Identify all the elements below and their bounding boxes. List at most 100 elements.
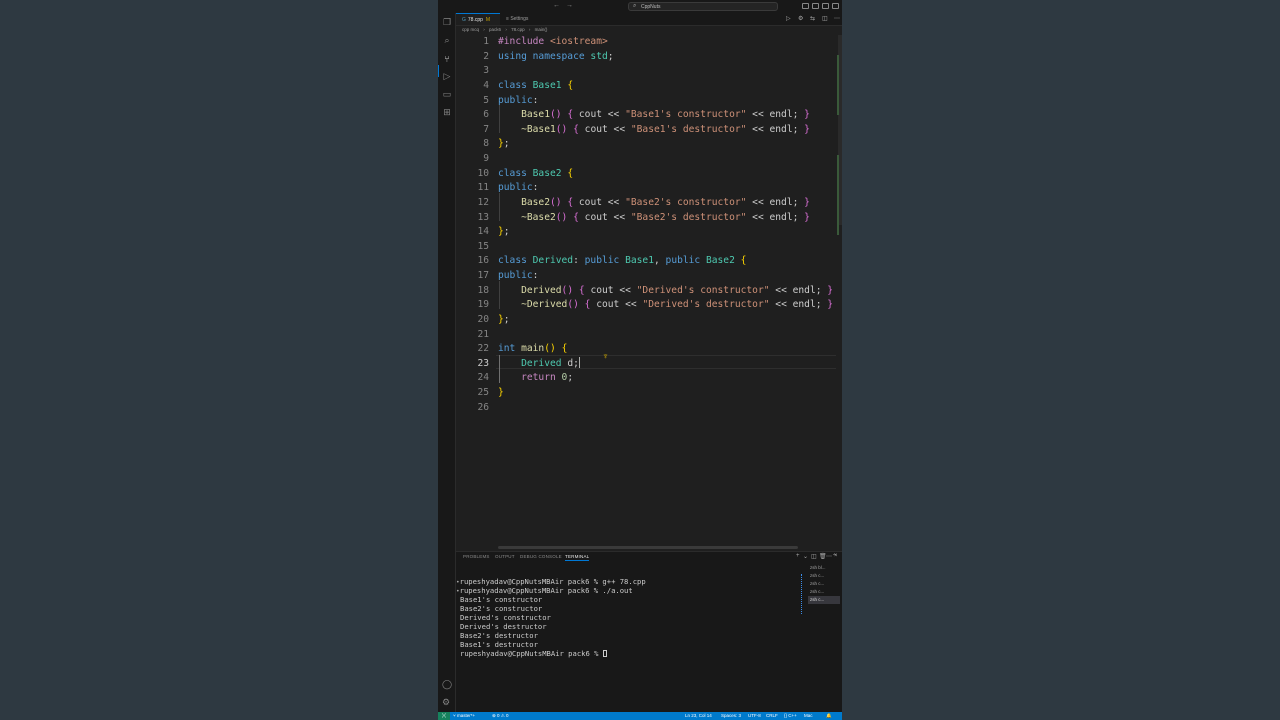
source-control-icon[interactable]: ⑂: [442, 54, 452, 64]
more-actions-icon[interactable]: ⋯: [834, 15, 840, 22]
tab-settings[interactable]: ≡ Settings: [500, 13, 540, 25]
gear-icon[interactable]: ⚙: [798, 15, 803, 22]
bottom-panel: PROBLEMS OUTPUT DEBUG CONSOLE TERMINAL +…: [456, 551, 842, 712]
tab-debug-console[interactable]: DEBUG CONSOLE: [520, 554, 562, 559]
minimap[interactable]: [837, 35, 842, 335]
tab-output[interactable]: OUTPUT: [495, 554, 515, 559]
search-icon[interactable]: ⌕: [442, 35, 452, 45]
line-number: 6: [483, 109, 489, 121]
chevron-down-icon[interactable]: ⌄: [803, 553, 808, 560]
tab-label: 78.cpp: [467, 17, 483, 23]
close-panel-icon[interactable]: ×: [834, 553, 838, 559]
code-text: Derived() { cout << "Derived's construct…: [498, 284, 833, 298]
code-token: Base1: [625, 255, 654, 267]
line-number: 15: [477, 240, 489, 252]
horizontal-scrollbar[interactable]: [498, 546, 798, 549]
terminal-instance[interactable]: zsh c...: [808, 588, 840, 596]
code-line[interactable]: 8};: [456, 137, 836, 151]
explorer-icon[interactable]: ❐: [442, 17, 452, 27]
code-line[interactable]: 25}: [456, 386, 836, 400]
code-line[interactable]: 24 return 0;: [456, 371, 836, 385]
forward-arrow-icon[interactable]: →: [566, 2, 573, 9]
code-text: Base2() { cout << "Base2's constructor" …: [498, 196, 810, 210]
compare-icon[interactable]: ⇆: [810, 15, 815, 22]
toggle-panel-icon[interactable]: [812, 3, 819, 9]
code-line[interactable]: 3: [456, 64, 836, 78]
tab-label: Settings: [510, 16, 529, 22]
code-line[interactable]: 4 class Base1 {: [456, 79, 836, 93]
settings-gear-icon[interactable]: ⚙: [442, 697, 450, 708]
code-line[interactable]: 9: [456, 152, 836, 166]
code-line[interactable]: 26: [456, 401, 836, 415]
code-line[interactable]: 11 public:: [456, 181, 836, 195]
extensions-icon[interactable]: ⊞: [442, 107, 452, 117]
terminal-text: Base2's destructor: [460, 631, 538, 640]
code-line[interactable]: 10 class Base2 {: [456, 167, 836, 181]
code-token: }: [804, 196, 810, 208]
terminal-line: Base2's destructor: [460, 631, 538, 640]
code-token: :: [532, 94, 539, 106]
problems-status[interactable]: ⊗ 0 ⚠ 0: [492, 712, 509, 720]
terminal-instance[interactable]: zsh c...: [808, 572, 840, 580]
run-icon[interactable]: ▷: [786, 15, 791, 22]
back-arrow-icon[interactable]: ←: [553, 2, 560, 9]
breadcrumb-item[interactable]: cpp mcq: [462, 27, 479, 32]
tab-terminal[interactable]: TERMINAL: [565, 554, 590, 561]
code-line[interactable]: 18 Derived() { cout << "Derived's constr…: [456, 284, 836, 298]
terminal-line: Base2's constructor: [460, 604, 542, 613]
toggle-secondary-sidebar-icon[interactable]: [822, 3, 829, 9]
branch-status[interactable]: ⑂ master*+: [453, 712, 475, 720]
code-line[interactable]: 23 Derived d;: [456, 356, 836, 371]
tab-78-cpp[interactable]: G 78.cpp M: [456, 13, 500, 25]
code-line[interactable]: 2 using namespace std;: [456, 50, 836, 64]
code-line[interactable]: 13 ~Base2() { cout << "Base2's destructo…: [456, 211, 836, 225]
code-text: return 0;: [498, 371, 573, 385]
code-editor[interactable]: ♆ 1 #include <iostream> 2 using namespace s…: [456, 35, 836, 545]
code-line[interactable]: 5 public:: [456, 94, 836, 108]
split-terminal-icon[interactable]: ◫: [811, 553, 817, 560]
code-line[interactable]: 17 public:: [456, 269, 836, 283]
code-token: (): [555, 123, 568, 135]
tab-problems[interactable]: PROBLEMS: [463, 554, 490, 559]
code-line[interactable]: 20};: [456, 313, 836, 327]
indentation-status[interactable]: Spaces: 3: [721, 712, 741, 720]
breadcrumb-separator-icon: ›: [528, 27, 531, 32]
eol-status[interactable]: CRLF: [766, 712, 778, 720]
code-token: ;: [607, 50, 620, 62]
platform-status[interactable]: Mac: [804, 712, 813, 720]
terminal-line: Derived's destructor: [460, 622, 547, 631]
run-debug-icon[interactable]: ▷: [442, 71, 452, 81]
account-icon[interactable]: ◯: [442, 679, 452, 690]
terminal-instance[interactable]: zsh bl...: [808, 564, 840, 572]
breadcrumb-item[interactable]: 78.cpp: [511, 27, 525, 32]
code-token: (): [555, 211, 568, 223]
split-editor-icon[interactable]: ◫: [822, 15, 828, 22]
code-line[interactable]: 21: [456, 328, 836, 342]
toggle-sidebar-icon[interactable]: [802, 3, 809, 9]
code-line[interactable]: 22 int main() {: [456, 342, 836, 356]
code-line[interactable]: 19 ~Derived() { cout << "Derived's destr…: [456, 298, 836, 312]
code-line[interactable]: 7 ~Base1() { cout << "Base1's destructor…: [456, 123, 836, 137]
code-line[interactable]: 16 class Derived: public Base1, public Ba…: [456, 254, 836, 268]
code-line[interactable]: 12 Base2() { cout << "Base2's constructo…: [456, 196, 836, 210]
breadcrumb-item[interactable]: pack6: [489, 27, 501, 32]
code-line[interactable]: 14};: [456, 225, 836, 239]
code-line[interactable]: 15: [456, 240, 836, 254]
notifications-bell-icon[interactable]: 🔔: [826, 712, 832, 720]
code-token: cout <<: [584, 284, 637, 296]
encoding-status[interactable]: UTF-8: [748, 712, 761, 720]
code-line[interactable]: 6 Base1() { cout << "Base1's constructor…: [456, 108, 836, 122]
command-center-search[interactable]: ⌕ CppNuts: [628, 2, 778, 11]
remote-explorer-icon[interactable]: ▭: [442, 89, 452, 99]
language-mode[interactable]: {} C++: [784, 712, 797, 720]
code-line[interactable]: 1 #include <iostream>: [456, 35, 836, 49]
remote-indicator-icon[interactable]: ⟩⟨: [438, 712, 450, 720]
new-terminal-icon[interactable]: +: [796, 553, 800, 559]
cursor-position[interactable]: Ln 23, Col 14: [685, 712, 712, 720]
terminal-instance[interactable]: zsh c...: [808, 596, 840, 604]
terminal-instance[interactable]: zsh c...: [808, 580, 840, 588]
breadcrumb-item[interactable]: main(): [535, 27, 548, 32]
customize-layout-icon[interactable]: [832, 3, 839, 9]
